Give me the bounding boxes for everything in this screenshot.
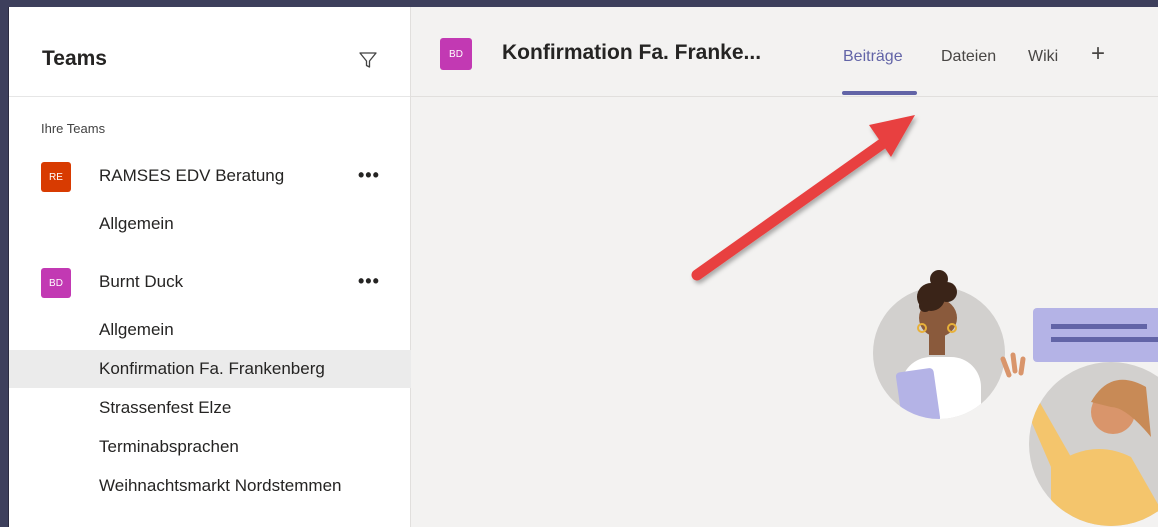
- channel-item[interactable]: Terminabsprachen: [9, 428, 411, 466]
- channel-item[interactable]: Weihnachtsmarkt Nordstemmen: [9, 467, 411, 505]
- channel-label: Allgemein: [99, 320, 174, 339]
- team-row-burnt-duck[interactable]: BD Burnt Duck •••: [9, 262, 411, 302]
- sidebar-header: Teams: [9, 7, 410, 97]
- team-avatar: RE: [41, 162, 71, 192]
- team-row-ramses[interactable]: RE RAMSES EDV Beratung •••: [9, 156, 411, 196]
- team-avatar: BD: [41, 268, 71, 298]
- channel-label: Strassenfest Elze: [99, 398, 232, 417]
- more-options-icon[interactable]: •••: [358, 271, 380, 292]
- teams-sidebar: Teams Ihre Teams RE RAMSES EDV Beratung …: [9, 7, 411, 527]
- welcome-illustration: [873, 270, 1158, 526]
- teams-window: Teams Ihre Teams RE RAMSES EDV Beratung …: [8, 7, 1158, 527]
- channel-item[interactable]: Strassenfest Elze: [9, 389, 411, 427]
- team-name: Burnt Duck: [99, 272, 184, 291]
- channel-item[interactable]: Allgemein: [9, 205, 411, 243]
- channel-item-active[interactable]: Konfirmation Fa. Frankenberg: [9, 350, 411, 388]
- team-name: RAMSES EDV Beratung: [99, 166, 285, 185]
- channel-main: BD Konfirmation Fa. Franke... Beiträge D…: [411, 7, 1158, 527]
- channel-label: Weihnachtsmarkt Nordstemmen: [99, 476, 342, 495]
- sidebar-title: Teams: [42, 47, 107, 70]
- more-options-icon[interactable]: •••: [358, 165, 380, 186]
- section-label-ihre-teams: Ihre Teams: [41, 121, 106, 136]
- filter-icon[interactable]: [358, 50, 378, 70]
- channel-label: Allgemein: [99, 214, 174, 233]
- channel-label: Terminabsprachen: [99, 437, 239, 456]
- channel-label: Konfirmation Fa. Frankenberg: [99, 359, 325, 378]
- channel-item[interactable]: Allgemein: [9, 311, 411, 349]
